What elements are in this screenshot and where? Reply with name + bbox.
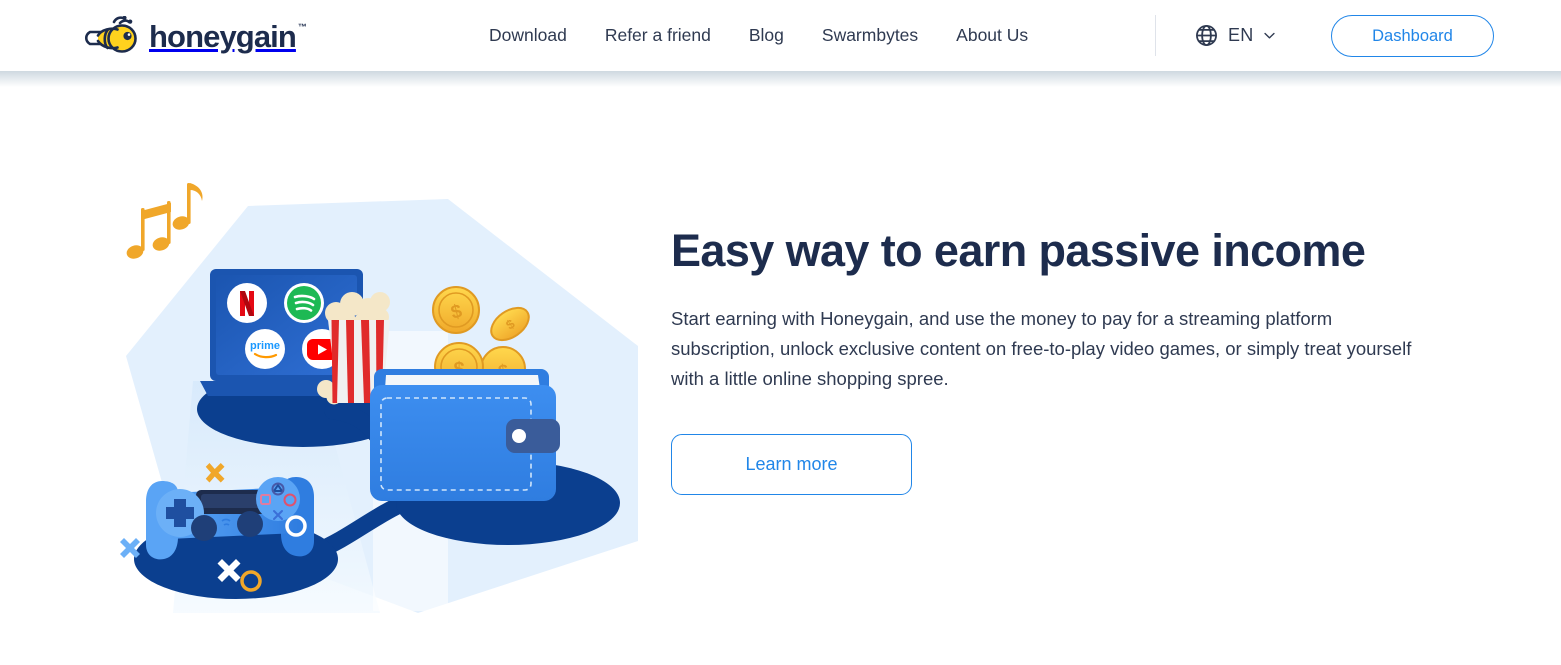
nav-item-refer-a-friend[interactable]: Refer a friend <box>586 0 730 71</box>
page-title: Easy way to earn passive income <box>671 225 1366 276</box>
nav-item-swarmbytes[interactable]: Swarmbytes <box>803 0 937 71</box>
globe-icon <box>1196 24 1217 46</box>
nav-item-download[interactable]: Download <box>489 0 586 71</box>
svg-text:prime: prime <box>250 340 280 352</box>
hero-section: prime $ $ Easy way to earn passive incom… <box>0 71 1561 665</box>
nav-item-blog[interactable]: Blog <box>730 0 803 71</box>
wallet-with-coins <box>370 369 560 501</box>
prime-video-icon: prime <box>245 329 285 369</box>
brand-name-text: honeygain <box>149 18 297 54</box>
brand-wordmark: honeygain ™ <box>149 18 307 54</box>
site-header: honeygain ™ Download Refer a friend Blog … <box>0 0 1561 71</box>
header-divider <box>1155 15 1156 56</box>
passive-income-illustration: prime $ $ <box>118 181 638 621</box>
chevron-down-icon <box>1263 32 1275 39</box>
dashboard-button[interactable]: Dashboard <box>1331 15 1494 57</box>
language-code: EN <box>1228 24 1254 45</box>
hero-copy: Easy way to earn passive income Start ea… <box>671 225 1461 496</box>
nav-item-about-us[interactable]: About Us <box>937 0 1047 71</box>
netflix-icon <box>227 283 267 323</box>
bee-icon <box>84 16 137 53</box>
brand-logo[interactable]: honeygain ™ <box>84 14 307 58</box>
music-notes <box>126 183 203 259</box>
language-selector[interactable]: EN <box>1194 19 1276 51</box>
header-shadow <box>0 71 1561 87</box>
hero-description: Start earning with Honeygain, and use th… <box>671 308 1412 390</box>
spotify-icon <box>284 283 324 323</box>
illustration-svg: prime $ $ <box>120 183 638 613</box>
brand-trademark: ™ <box>297 21 307 32</box>
primary-navigation: Download Refer a friend Blog Swarmbytes … <box>489 0 1047 71</box>
learn-more-button[interactable]: Learn more <box>671 434 912 496</box>
